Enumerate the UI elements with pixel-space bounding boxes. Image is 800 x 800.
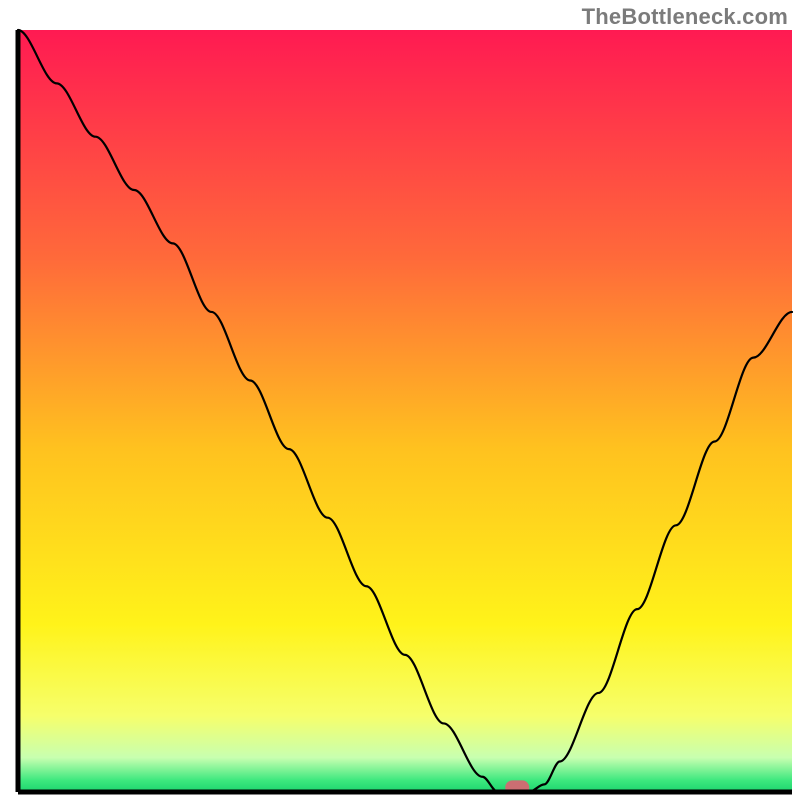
plot-background — [18, 30, 792, 792]
bottleneck-chart — [0, 0, 800, 800]
chart-container: TheBottleneck.com — [0, 0, 800, 800]
watermark-text: TheBottleneck.com — [582, 4, 788, 30]
